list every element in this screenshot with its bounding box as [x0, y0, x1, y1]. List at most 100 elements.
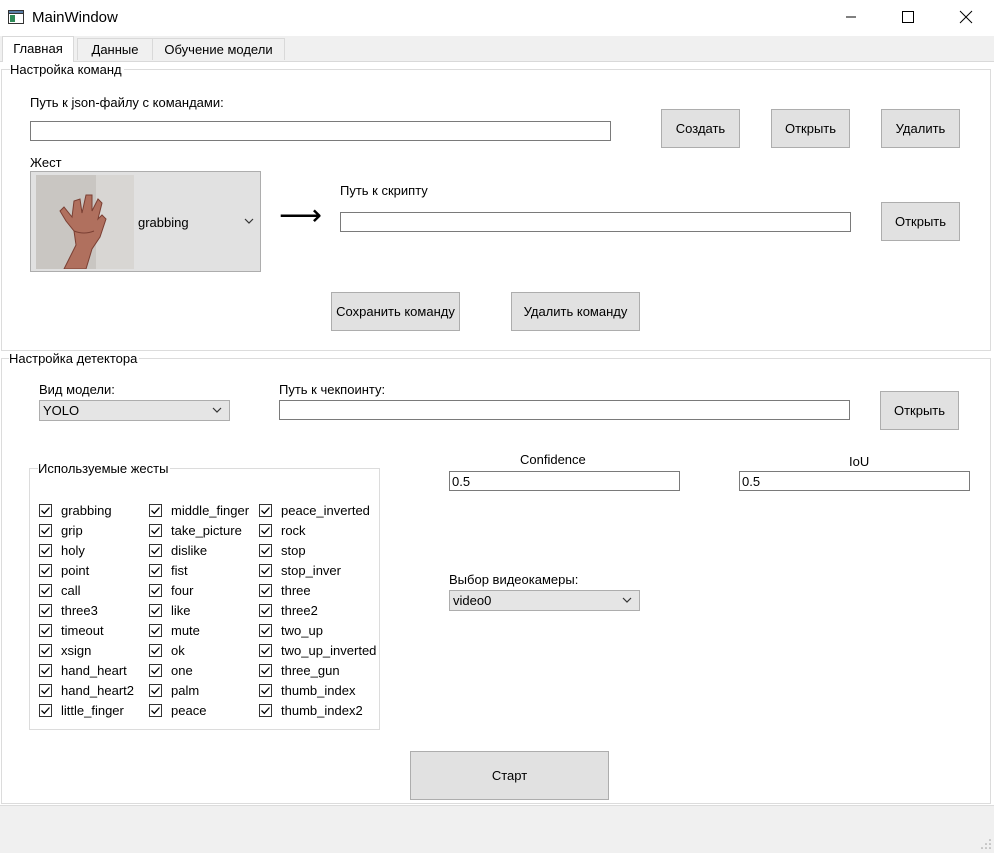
gesture-checkbox[interactable]: three3 [39, 600, 98, 620]
checkbox-box[interactable] [259, 523, 272, 537]
iou-input[interactable] [739, 471, 970, 491]
open-checkpoint-button[interactable]: Открыть [880, 391, 959, 430]
gesture-checkbox[interactable]: point [39, 560, 89, 580]
gesture-checkbox[interactable]: stop_inver [259, 560, 341, 580]
checkbox-box[interactable] [39, 583, 52, 597]
gesture-checkbox[interactable]: palm [149, 680, 199, 700]
checkbox-box[interactable] [39, 703, 52, 717]
gesture-checkbox[interactable]: stop [259, 540, 306, 560]
window-title: MainWindow [32, 9, 118, 26]
checkbox-box[interactable] [149, 503, 162, 517]
checkbox-box[interactable] [39, 603, 52, 617]
gesture-checkbox[interactable]: hand_heart [39, 660, 127, 680]
gesture-checkbox[interactable]: three [259, 580, 311, 600]
checkmark-icon [151, 686, 160, 694]
gesture-checkbox[interactable]: hand_heart2 [39, 680, 134, 700]
tab-data[interactable]: Данные [77, 38, 153, 60]
create-button[interactable]: Создать [661, 109, 740, 148]
start-button[interactable]: Старт [410, 751, 609, 800]
open-script-button[interactable]: Открыть [881, 202, 960, 241]
checkbox-box[interactable] [259, 603, 272, 617]
checkbox-box[interactable] [149, 563, 162, 577]
gesture-label: Жест [30, 155, 62, 170]
gesture-checkbox[interactable]: timeout [39, 620, 104, 640]
gesture-checkbox[interactable]: middle_finger [149, 500, 249, 520]
checkbox-box[interactable] [149, 683, 162, 697]
camera-select[interactable]: video0 [449, 590, 640, 611]
checkbox-box[interactable] [259, 683, 272, 697]
open-json-button[interactable]: Открыть [771, 109, 850, 148]
checkmark-icon [151, 666, 160, 674]
checkbox-box[interactable] [259, 643, 272, 657]
checkmark-icon [261, 706, 270, 714]
checkbox-box[interactable] [39, 503, 52, 517]
checkbox-box[interactable] [39, 623, 52, 637]
gesture-checkbox[interactable]: dislike [149, 540, 207, 560]
camera-value: video0 [453, 593, 492, 608]
checkbox-box[interactable] [149, 603, 162, 617]
checkbox-box[interactable] [39, 683, 52, 697]
model-type-select[interactable]: YOLO [39, 400, 230, 421]
gesture-checkbox-label: four [171, 582, 194, 598]
confidence-input[interactable] [449, 471, 680, 491]
gesture-checkbox[interactable]: thumb_index2 [259, 700, 363, 720]
delete-command-button[interactable]: Удалить команду [511, 292, 640, 331]
gesture-checkbox[interactable]: mute [149, 620, 200, 640]
chevron-down-icon [622, 597, 632, 603]
gesture-checkbox[interactable]: ok [149, 640, 185, 660]
tab-main[interactable]: Главная [2, 36, 74, 62]
checkbox-box[interactable] [259, 583, 272, 597]
gesture-checkbox[interactable]: two_up [259, 620, 323, 640]
minimize-button[interactable] [823, 0, 879, 34]
save-command-button[interactable]: Сохранить команду [331, 292, 460, 331]
checkbox-box[interactable] [259, 503, 272, 517]
checkbox-box[interactable] [259, 703, 272, 717]
gesture-checkbox[interactable]: take_picture [149, 520, 242, 540]
checkbox-box[interactable] [149, 623, 162, 637]
script-path-input[interactable] [340, 212, 851, 232]
gesture-checkbox[interactable]: three2 [259, 600, 318, 620]
gesture-checkbox[interactable]: peace_inverted [259, 500, 370, 520]
tab-model-training[interactable]: Обучение модели [152, 38, 285, 60]
checkbox-box[interactable] [259, 663, 272, 677]
gesture-checkbox[interactable]: fist [149, 560, 188, 580]
checkbox-box[interactable] [259, 563, 272, 577]
checkpoint-path-input[interactable] [279, 400, 850, 420]
delete-button[interactable]: Удалить [881, 109, 960, 148]
gesture-checkbox[interactable]: call [39, 580, 81, 600]
gesture-checkbox[interactable]: like [149, 600, 191, 620]
checkbox-box[interactable] [149, 583, 162, 597]
checkbox-box[interactable] [39, 663, 52, 677]
checkbox-box[interactable] [39, 643, 52, 657]
checkbox-box[interactable] [39, 563, 52, 577]
gesture-checkbox[interactable]: grip [39, 520, 83, 540]
json-path-label: Путь к json-файлу с командами: [30, 95, 224, 110]
checkbox-box[interactable] [149, 643, 162, 657]
gesture-checkbox[interactable]: grabbing [39, 500, 112, 520]
gesture-checkbox[interactable]: peace [149, 700, 206, 720]
checkbox-box[interactable] [39, 523, 52, 537]
json-path-input[interactable] [30, 121, 611, 141]
checkbox-box[interactable] [149, 523, 162, 537]
gesture-checkbox[interactable]: rock [259, 520, 306, 540]
gesture-checkbox[interactable]: two_up_inverted [259, 640, 376, 660]
close-button[interactable] [938, 0, 994, 34]
checkbox-box[interactable] [259, 623, 272, 637]
detector-group-title: Настройка детектора [9, 351, 140, 366]
resize-grip-icon[interactable] [980, 838, 992, 850]
maximize-button[interactable] [880, 0, 936, 34]
gesture-checkbox[interactable]: four [149, 580, 193, 600]
gesture-checkbox[interactable]: little_finger [39, 700, 124, 720]
gesture-checkbox[interactable]: one [149, 660, 193, 680]
checkmark-icon [41, 566, 50, 574]
gesture-checkbox[interactable]: thumb_index [259, 680, 355, 700]
checkbox-box[interactable] [149, 663, 162, 677]
checkbox-box[interactable] [259, 543, 272, 557]
checkmark-icon [41, 526, 50, 534]
gesture-checkbox[interactable]: holy [39, 540, 85, 560]
gesture-checkbox[interactable]: xsign [39, 640, 91, 660]
gesture-checkbox[interactable]: three_gun [259, 660, 340, 680]
checkbox-box[interactable] [39, 543, 52, 557]
checkbox-box[interactable] [149, 703, 162, 717]
checkbox-box[interactable] [149, 543, 162, 557]
